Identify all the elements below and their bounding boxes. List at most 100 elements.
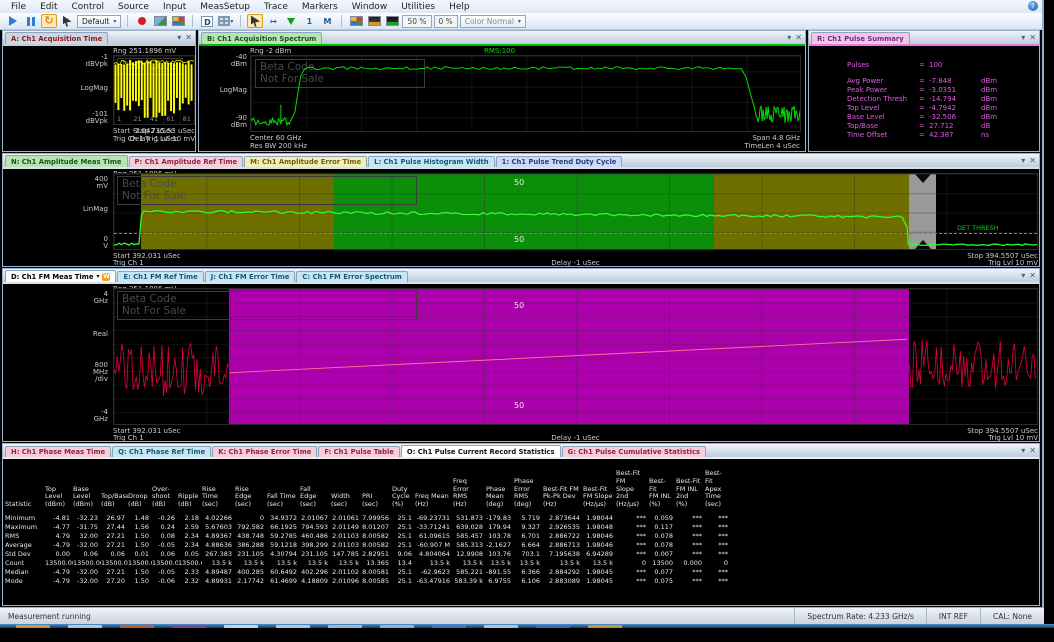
pause-button[interactable] bbox=[23, 14, 39, 28]
spectrogram-button[interactable] bbox=[384, 14, 400, 28]
tab-a[interactable]: A: Ch1 Acquisition Time bbox=[5, 32, 108, 44]
table-cell: 4.30794 n bbox=[267, 550, 300, 559]
tab-o[interactable]: O: Ch1 Pulse Current Record Statistics bbox=[401, 445, 561, 457]
table-cell: 59.2785 n bbox=[267, 532, 300, 541]
table-cell: 0.007 bbox=[649, 550, 676, 559]
help-icon[interactable]: ? bbox=[1028, 1, 1038, 11]
close-button[interactable]: ✕ bbox=[1029, 155, 1036, 166]
tab-p[interactable]: P: Ch1 Amplitude Ref Time bbox=[129, 156, 244, 167]
menu-file[interactable]: File bbox=[4, 2, 33, 12]
window-acquisition-spectrum: B: Ch1 Acquisition Spectrum ▾ ✕ Rng -2 dB… bbox=[198, 30, 806, 152]
close-button[interactable]: ✕ bbox=[795, 32, 802, 43]
preset-dropdown[interactable]: Default▾ bbox=[77, 15, 121, 28]
tab-m[interactable]: M: Ch1 Amplitude Error Time bbox=[244, 156, 367, 167]
tab-h[interactable]: H: Ch1 Phase Meas Time bbox=[5, 446, 111, 457]
green-amplitude-trace bbox=[114, 174, 1037, 249]
y-scale-readout[interactable]: 0 % bbox=[434, 15, 458, 28]
tab-j[interactable]: J: Ch1 FM Error Time bbox=[205, 271, 296, 282]
amplitude-meas-plot[interactable]: Beta CodeNot For Sale 50 50 DET THRESH bbox=[113, 173, 1038, 250]
table-cell: -69.23731 M bbox=[415, 514, 453, 523]
menu-trace[interactable]: Trace bbox=[257, 2, 295, 12]
record-button[interactable] bbox=[134, 14, 150, 28]
x-scale-readout[interactable]: 50 % bbox=[402, 15, 431, 28]
restart-button[interactable]: ↻ bbox=[41, 14, 57, 28]
tab-n[interactable]: N: Ch1 Amplitude Meas Time bbox=[5, 155, 128, 167]
close-button[interactable]: ✕ bbox=[1029, 445, 1036, 456]
menu-edit[interactable]: Edit bbox=[33, 2, 64, 12]
menu-source[interactable]: Source bbox=[111, 2, 156, 12]
close-button[interactable]: ✕ bbox=[1029, 270, 1036, 281]
plot-content: Rng -2 dBm RMS:100 -40 dBm LogMag -90 dB… bbox=[199, 46, 805, 151]
color-palette-button[interactable] bbox=[348, 14, 364, 28]
tab-b[interactable]: B: Ch1 Acquisition Spectrum bbox=[201, 32, 322, 44]
table-cell: *** bbox=[676, 523, 705, 532]
table-cell: 66.1925 n bbox=[267, 523, 300, 532]
table-cell: 13500.00 bbox=[178, 559, 202, 568]
tab-g[interactable]: G: Ch1 Pulse Cumulative Statistics bbox=[562, 446, 706, 457]
copy-trace-button[interactable] bbox=[170, 14, 186, 28]
layout-grid-button[interactable]: ▾ bbox=[217, 14, 234, 28]
table-cell: Mode bbox=[5, 577, 45, 586]
menu-markers[interactable]: Markers bbox=[295, 2, 345, 12]
table-cell: 8.00582 µ bbox=[362, 541, 392, 550]
marker-peak-button[interactable] bbox=[283, 14, 299, 28]
autohide-button[interactable]: ▾ bbox=[1021, 155, 1025, 166]
tab-c[interactable]: C: Ch1 FM Error Spectrum bbox=[296, 271, 407, 282]
application-window: FileEditControlSourceInputMeasSetupTrace… bbox=[0, 0, 1044, 624]
menu-control[interactable]: Control bbox=[65, 2, 112, 12]
table-cell: 1.98046 G bbox=[583, 532, 616, 541]
close-button[interactable]: ✕ bbox=[185, 32, 192, 43]
menu-meassetup[interactable]: MeasSetup bbox=[193, 2, 257, 12]
taskbar bbox=[0, 624, 1054, 642]
marker-1-button[interactable]: 1 bbox=[301, 14, 317, 28]
tab-k[interactable]: K: Ch1 Phase Error Time bbox=[212, 446, 317, 457]
autohide-button[interactable]: ▾ bbox=[177, 32, 181, 43]
tab-dropdown-icon[interactable]: ▾ bbox=[96, 271, 99, 283]
tab-d[interactable]: D: Ch1 FM Meas Time▾W bbox=[5, 270, 116, 282]
window-controls: ▾✕ bbox=[177, 32, 192, 43]
fm-meas-plot[interactable]: Beta CodeNot For Sale 50 50 bbox=[113, 288, 1038, 425]
marker-to-next-button[interactable]: ↦ bbox=[265, 14, 281, 28]
tab-label: K: Ch1 Phase Error Time bbox=[218, 447, 311, 458]
tab-label: R: Ch1 Pulse Summary bbox=[817, 33, 904, 45]
screenshot-button[interactable] bbox=[152, 14, 168, 28]
acquisition-time-plot[interactable]: Beta Code 121416181 bbox=[113, 55, 195, 125]
digital-demod-button[interactable]: D bbox=[199, 14, 215, 28]
autohide-button[interactable]: ▾ bbox=[787, 32, 791, 43]
autohide-button[interactable]: ▾ bbox=[1021, 32, 1025, 43]
menu-window[interactable]: Window bbox=[345, 2, 395, 12]
menu-input[interactable]: Input bbox=[156, 2, 193, 12]
table-header-cell: Top Level (dBm) bbox=[45, 486, 73, 509]
tab-q[interactable]: Q: Ch1 Phase Ref Time bbox=[112, 446, 211, 457]
band-count-label-bottom: 50 bbox=[514, 235, 524, 244]
run-button[interactable] bbox=[5, 14, 21, 28]
table-cell: 585.457 k bbox=[453, 532, 486, 541]
single-acquisition-button[interactable] bbox=[59, 14, 75, 28]
autohide-button[interactable]: ▾ bbox=[1021, 445, 1025, 456]
tab-f[interactable]: F: Ch1 Pulse Table bbox=[318, 446, 400, 457]
tab-l[interactable]: L: Ch1 Pulse Histogram Width bbox=[368, 156, 495, 167]
menu-help[interactable]: Help bbox=[442, 2, 477, 12]
autohide-button[interactable]: ▾ bbox=[1021, 270, 1025, 281]
table-cell: 0.06 bbox=[73, 550, 101, 559]
acquisition-spectrum-plot[interactable]: Beta CodeNot For Sale bbox=[250, 55, 801, 132]
cal-status[interactable]: CAL: None bbox=[980, 608, 1044, 624]
summary-row: Peak Power=-3.0351dBm bbox=[847, 86, 1039, 95]
tab-e[interactable]: E: Ch1 FM Ref Time bbox=[117, 271, 203, 282]
table-cell: 13.5 k bbox=[514, 559, 543, 568]
tab-label: D: Ch1 FM Meas Time bbox=[11, 271, 93, 283]
color-mode-dropdown[interactable]: Color Normal▾ bbox=[460, 15, 526, 28]
table-cell: *** bbox=[616, 577, 649, 586]
marker-m-button[interactable]: M bbox=[319, 14, 335, 28]
reference-status[interactable]: INT REF bbox=[926, 608, 980, 624]
table-header-cell: Statistic bbox=[5, 501, 45, 509]
menu-utilities[interactable]: Utilities bbox=[394, 2, 442, 12]
tab-r[interactable]: R: Ch1 Pulse Summary bbox=[811, 32, 910, 44]
close-button[interactable]: ✕ bbox=[1029, 32, 1036, 43]
trace-style-button[interactable] bbox=[366, 14, 382, 28]
tab-1[interactable]: 1: Ch1 Pulse Trend Duty Cycle bbox=[496, 156, 623, 167]
window-controls: ▾✕ bbox=[1021, 270, 1036, 281]
select-arrow-button[interactable] bbox=[247, 14, 263, 28]
table-cell: 0.24 bbox=[152, 523, 178, 532]
table-header-cell: Phase Error RMS (deg) bbox=[514, 478, 543, 509]
